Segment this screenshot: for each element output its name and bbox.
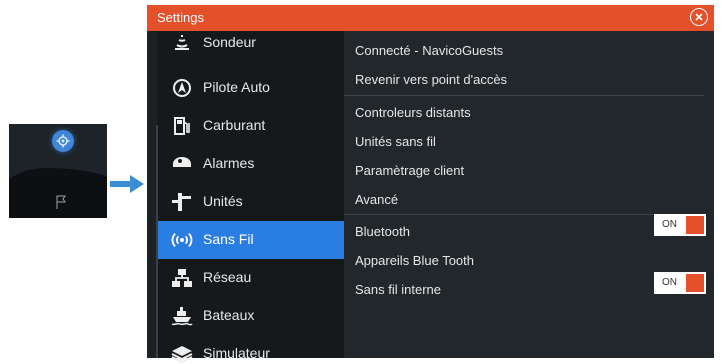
flag-icon [56,195,68,214]
alarm-icon [171,154,193,174]
menu-scrollbar[interactable] [156,125,158,358]
close-icon [695,13,703,21]
boat-icon [171,306,193,326]
toggle-state: ON [662,277,677,288]
internal-wireless-toggle[interactable]: ON [654,272,706,294]
menu-item-sans-fil[interactable]: Sans Fil [157,221,344,259]
row-label: Connecté - NavicoGuests [355,43,504,58]
menu-item-carburant[interactable]: Carburant [157,107,344,145]
row-appareils-bluetooth[interactable]: Appareils Blue Tooth [344,246,714,274]
menu-item-label: Sondeur [203,34,256,50]
menu-item-sondeur[interactable]: Sondeur [157,31,344,61]
row-avance[interactable]: Avancé [344,185,714,213]
row-connecte[interactable]: Connecté - NavicoGuests [344,36,714,64]
menu-item-simulateur[interactable]: Simulateur [157,335,344,364]
row-unites-sans-fil[interactable]: Unités sans fil [344,127,714,155]
toggle-knob [686,216,704,234]
row-label: Bluetooth [355,224,410,239]
menu-item-alarmes[interactable]: Alarmes [157,145,344,183]
row-label: Appareils Blue Tooth [355,253,475,268]
menu-item-label: Sans Fil [203,231,254,247]
menu-item-reseau[interactable]: Réseau [157,259,344,297]
close-button[interactable] [690,8,708,26]
row-controleurs-distants[interactable]: Controleurs distants [344,98,714,126]
bluetooth-toggle[interactable]: ON [654,214,706,236]
menu-item-label: Bateaux [203,307,255,323]
arrow-right-icon [110,175,144,198]
row-label: Avancé [355,192,399,207]
sonar-icon [171,33,193,53]
window-title: Settings [157,10,204,25]
settings-menu: Sondeur Pilote Auto Carburant Alarmes Un… [157,31,344,364]
units-icon [171,192,193,212]
row-parametrage-client[interactable]: Paramètrage client [344,156,714,184]
row-label: Revenir vers point d'accès [355,72,508,87]
menu-item-pilote-auto[interactable]: Pilote Auto [157,69,344,107]
toggle-knob [686,274,704,292]
menu-item-label: Réseau [203,269,252,285]
row-label: Paramètrage client [355,163,465,178]
toggle-state: ON [662,219,677,230]
wireless-icon [171,230,193,250]
menu-item-label: Carburant [203,117,266,133]
simulator-icon [171,344,193,364]
row-label: Sans fil interne [355,282,441,297]
settings-window: Settings Sondeur Pilote Auto Carburant A… [147,5,714,364]
settings-panel: Connecté - NavicoGuests Revenir vers poi… [344,31,714,358]
divider [344,214,704,215]
menu-item-unites[interactable]: Unités [157,183,344,221]
autopilot-icon [171,78,193,98]
title-bar: Settings [147,5,714,31]
menu-item-bateaux[interactable]: Bateaux [157,297,344,335]
menu-item-label: Simulateur [203,345,270,361]
network-icon [171,268,193,288]
fuel-icon [171,116,193,136]
menu-item-label: Alarmes [203,155,255,171]
row-label: Unités sans fil [355,134,436,149]
thumbnail-preview [9,124,107,218]
menu-item-label: Pilote Auto [203,79,270,95]
gear-icon [52,130,74,152]
menu-item-label: Unités [203,193,243,209]
row-label: Controleurs distants [355,105,471,120]
divider [344,95,704,96]
row-revenir-point-acces[interactable]: Revenir vers point d'accès [344,65,714,93]
